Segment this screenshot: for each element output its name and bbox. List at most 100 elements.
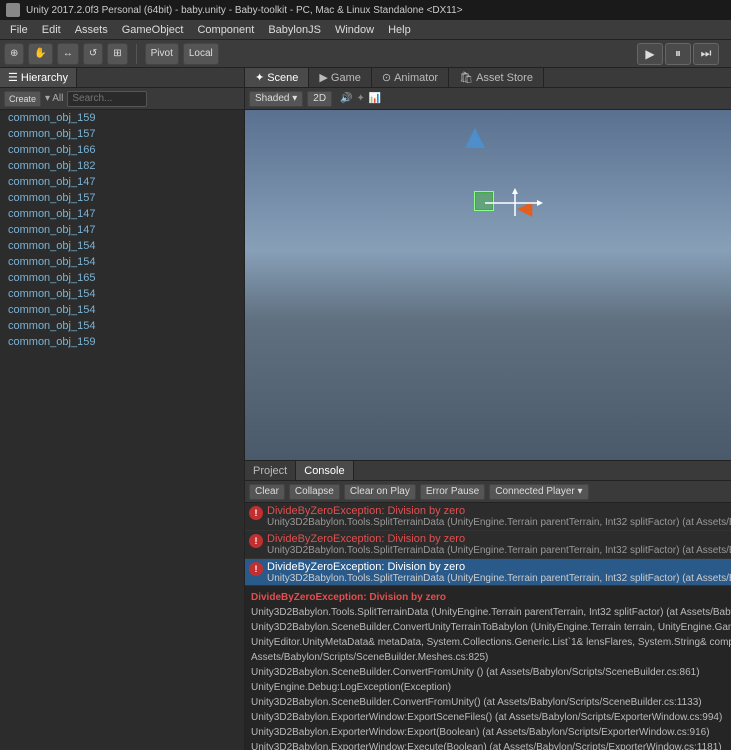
fx-icon: ✦ bbox=[357, 93, 365, 104]
error-icon-3: ! bbox=[249, 562, 263, 576]
hierarchy-list[interactable]: common_obj_159 common_obj_157 common_obj… bbox=[0, 110, 244, 750]
hierarchy-tabs: ☰ Hierarchy bbox=[0, 68, 244, 88]
store-icon: 🛍 bbox=[459, 71, 473, 84]
menu-file[interactable]: File bbox=[4, 22, 34, 38]
transform-gizmo bbox=[485, 188, 545, 221]
animator-icon: ⊙ bbox=[382, 71, 391, 84]
menu-bar: File Edit Assets GameObject Component Ba… bbox=[0, 20, 731, 40]
list-item[interactable]: common_obj_147 bbox=[0, 222, 244, 238]
menu-assets[interactable]: Assets bbox=[69, 22, 114, 38]
menu-help[interactable]: Help bbox=[382, 22, 417, 38]
hierarchy-search[interactable] bbox=[67, 91, 147, 107]
detail-line-6: Unity3D2Babylon.SceneBuilder.ConvertFrom… bbox=[251, 695, 731, 710]
detail-line-0: Unity3D2Babylon.Tools.SplitTerrainData (… bbox=[251, 605, 731, 620]
game-icon: ▶ bbox=[319, 71, 327, 84]
hierarchy-toolbar: Create ▾ All bbox=[0, 88, 244, 110]
unity-logo-icon bbox=[6, 3, 20, 17]
error-icon-2: ! bbox=[249, 534, 263, 548]
tab-game[interactable]: ▶ Game bbox=[309, 68, 371, 87]
detail-line-4: Unity3D2Babylon.SceneBuilder.ConvertFrom… bbox=[251, 665, 731, 680]
error-pause-button[interactable]: Error Pause bbox=[420, 484, 485, 500]
transform-btn-3[interactable]: ↔ bbox=[57, 43, 79, 65]
collapse-button[interactable]: Collapse bbox=[289, 484, 340, 500]
create-button[interactable]: Create bbox=[4, 91, 41, 107]
msg-content-2: DivideByZeroException: Division by zero … bbox=[267, 533, 731, 556]
main-area: ☰ Hierarchy Create ▾ All common_obj_159 … bbox=[0, 68, 731, 750]
transform-btn-4[interactable]: ↺ bbox=[83, 43, 103, 65]
list-item[interactable]: common_obj_157 bbox=[0, 190, 244, 206]
menu-babylonjs[interactable]: BabylonJS bbox=[262, 22, 327, 38]
console-toolbar: Clear Collapse Clear on Play Error Pause… bbox=[245, 481, 731, 503]
console-message-2[interactable]: ! DivideByZeroException: Division by zer… bbox=[245, 531, 731, 559]
console-message-3[interactable]: ! DivideByZeroException: Division by zer… bbox=[245, 559, 731, 585]
detail-line-3: Assets/Babylon/Scripts/SceneBuilder.Mesh… bbox=[251, 650, 731, 665]
title-bar: Unity 2017.2.0f3 Personal (64bit) - baby… bbox=[0, 0, 731, 20]
list-item[interactable]: common_obj_165 bbox=[0, 270, 244, 286]
scene-tabs: ✦ Scene ▶ Game ⊙ Animator 🛍 Asset Store … bbox=[245, 68, 731, 88]
detail-line-7: Unity3D2Babylon.ExporterWindow:ExportSce… bbox=[251, 710, 731, 725]
list-item[interactable]: common_obj_159 bbox=[0, 334, 244, 350]
tab-animator[interactable]: ⊙ Animator bbox=[372, 68, 449, 87]
transform-btn-1[interactable]: ⊕ bbox=[4, 43, 24, 65]
bottom-panel: Project Console ≡ Clear Collapse Clear o… bbox=[245, 460, 731, 750]
msg-content-3: DivideByZeroException: Division by zero … bbox=[267, 561, 731, 584]
connected-player-button[interactable]: Connected Player ▾ bbox=[489, 484, 588, 500]
local-button[interactable]: Local bbox=[183, 43, 219, 65]
right-panel: ✦ Scene ▶ Game ⊙ Animator 🛍 Asset Store … bbox=[245, 68, 731, 750]
menu-component[interactable]: Component bbox=[191, 22, 260, 38]
console-messages[interactable]: ! DivideByZeroException: Division by zer… bbox=[245, 503, 731, 585]
menu-gameobject[interactable]: GameObject bbox=[116, 22, 190, 38]
list-item[interactable]: common_obj_147 bbox=[0, 206, 244, 222]
scene-toolbar: Shaded ▾ 2D 🔊 ✦ 📊 Gizmos ▾ ▾ All bbox=[245, 88, 731, 110]
hierarchy-icon: ☰ bbox=[8, 71, 18, 84]
stats-icon: 📊 bbox=[369, 93, 381, 104]
play-controls: ▶ ⏸ ⏭ bbox=[637, 43, 719, 65]
2d-btn[interactable]: 2D bbox=[307, 91, 332, 107]
list-item[interactable]: common_obj_154 bbox=[0, 286, 244, 302]
list-item[interactable]: common_obj_182 bbox=[0, 158, 244, 174]
detail-headline: DivideByZeroException: Division by zero bbox=[251, 590, 731, 605]
bottom-tabs: Project Console ≡ bbox=[245, 461, 731, 481]
tab-console[interactable]: Console bbox=[296, 461, 353, 480]
window-title: Unity 2017.2.0f3 Personal (64bit) - baby… bbox=[26, 5, 463, 16]
scene-icon: ✦ bbox=[255, 71, 264, 84]
tab-hierarchy[interactable]: ☰ Hierarchy bbox=[0, 68, 77, 87]
play-button[interactable]: ▶ bbox=[637, 43, 663, 65]
transform-btn-2[interactable]: ✋ bbox=[28, 43, 52, 65]
pivot-button[interactable]: Pivot bbox=[145, 43, 179, 65]
tab-asset-store[interactable]: 🛍 Asset Store bbox=[449, 68, 544, 87]
scene-viewport[interactable]: Z X ✕ ▶ bbox=[245, 110, 731, 460]
detail-panel: DivideByZeroException: Division by zero … bbox=[245, 585, 731, 750]
error-icon-1: ! bbox=[249, 506, 263, 520]
detail-line-8: Unity3D2Babylon.ExporterWindow:Export(Bo… bbox=[251, 725, 731, 740]
clear-button[interactable]: Clear bbox=[249, 484, 285, 500]
console-message-1[interactable]: ! DivideByZeroException: Division by zer… bbox=[245, 503, 731, 531]
toolbar: ⊕ ✋ ↔ ↺ ⊞ Pivot Local ▶ ⏸ ⏭ bbox=[0, 40, 731, 68]
step-button[interactable]: ⏭ bbox=[693, 43, 719, 65]
tab-project[interactable]: Project bbox=[245, 461, 296, 480]
list-item[interactable]: common_obj_166 bbox=[0, 142, 244, 158]
list-item[interactable]: common_obj_147 bbox=[0, 174, 244, 190]
list-item[interactable]: common_obj_154 bbox=[0, 318, 244, 334]
list-item[interactable]: common_obj_154 bbox=[0, 302, 244, 318]
list-item[interactable]: common_obj_157 bbox=[0, 126, 244, 142]
blue-arrow-object bbox=[465, 128, 485, 161]
detail-line-5: UnityEngine.Debug:LogException(Exception… bbox=[251, 680, 731, 695]
shaded-btn[interactable]: Shaded ▾ bbox=[249, 91, 303, 107]
hierarchy-panel: ☰ Hierarchy Create ▾ All common_obj_159 … bbox=[0, 68, 245, 750]
detail-line-1: Unity3D2Babylon.SceneBuilder.ConvertUnit… bbox=[251, 620, 731, 635]
viewport-background: Z X ✕ ▶ bbox=[245, 110, 731, 460]
list-item[interactable]: common_obj_154 bbox=[0, 254, 244, 270]
clear-on-play-button[interactable]: Clear on Play bbox=[344, 484, 416, 500]
list-item[interactable]: common_obj_159 bbox=[0, 110, 244, 126]
list-item[interactable]: common_obj_154 bbox=[0, 238, 244, 254]
transform-btn-5[interactable]: ⊞ bbox=[107, 43, 127, 65]
menu-edit[interactable]: Edit bbox=[36, 22, 67, 38]
audio-icon: 🔊 bbox=[340, 93, 352, 104]
all-label: ▾ All bbox=[45, 93, 63, 104]
msg-content-1: DivideByZeroException: Division by zero … bbox=[267, 505, 731, 528]
separator-1 bbox=[136, 44, 137, 64]
tab-scene[interactable]: ✦ Scene bbox=[245, 68, 309, 87]
pause-button[interactable]: ⏸ bbox=[665, 43, 691, 65]
menu-window[interactable]: Window bbox=[329, 22, 380, 38]
